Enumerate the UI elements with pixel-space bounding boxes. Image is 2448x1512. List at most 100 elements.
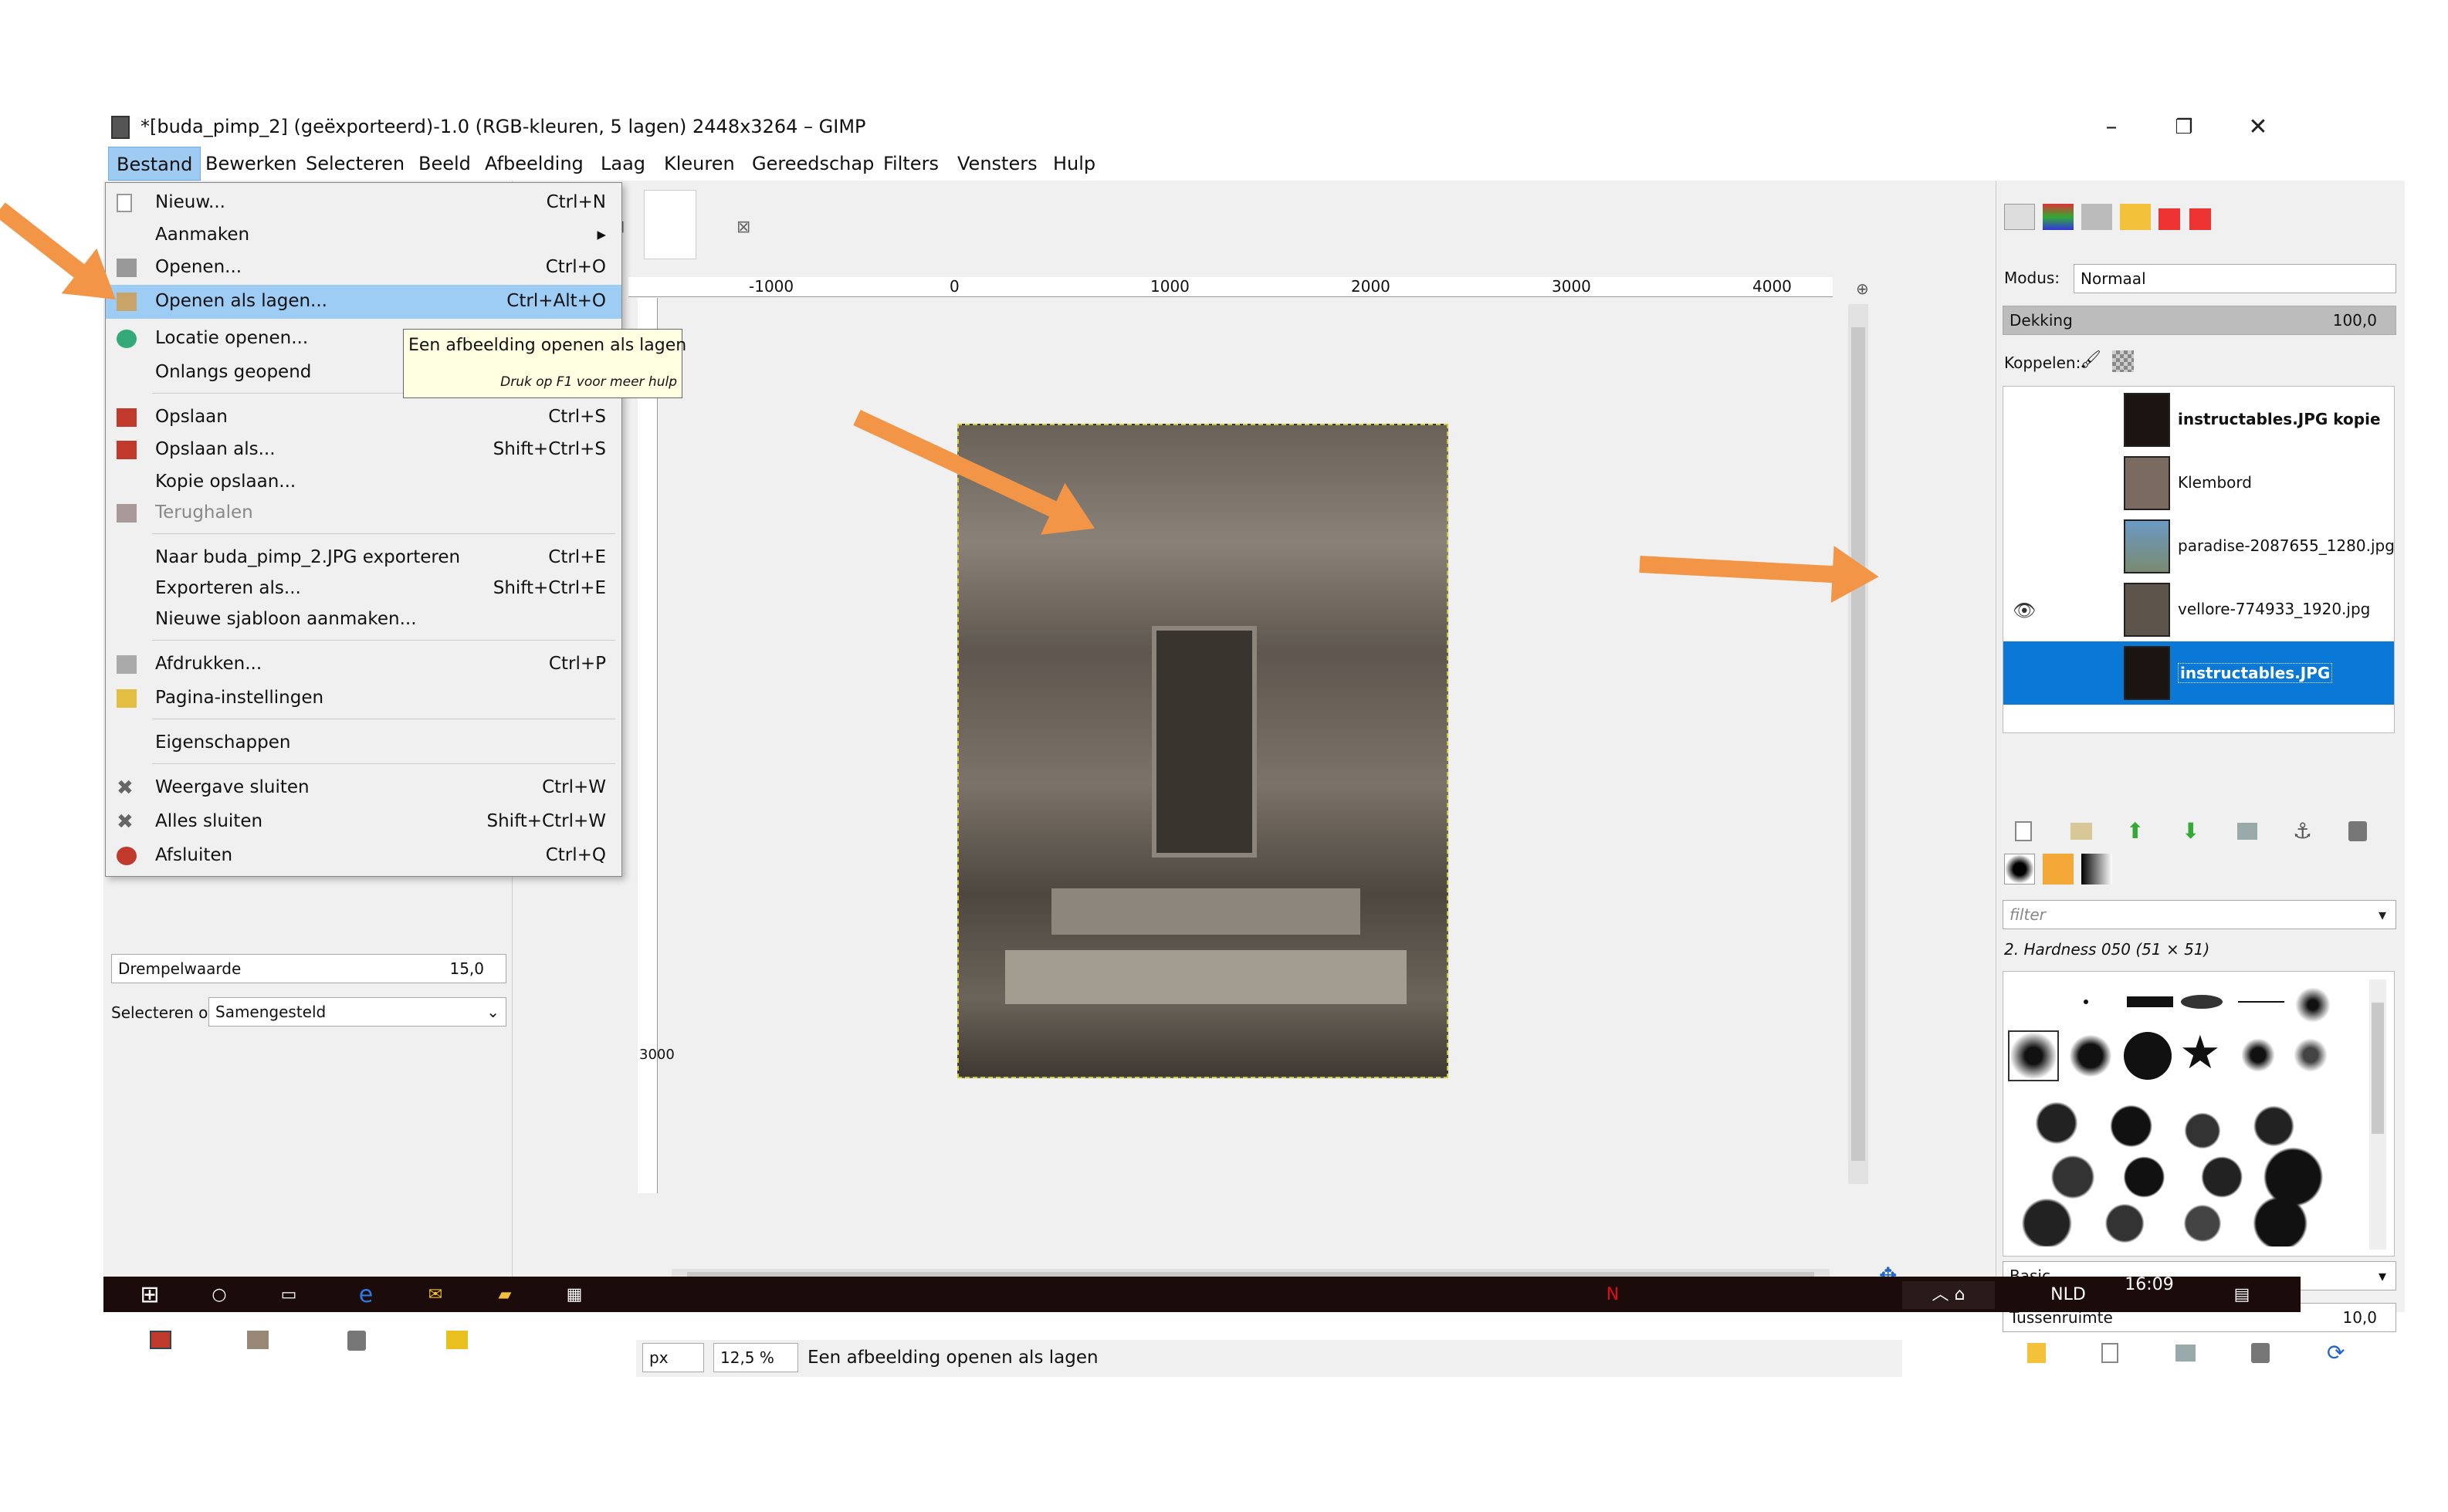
close-tab-icon[interactable]: ⊠ [736,218,750,237]
search-icon[interactable]: ○ [204,1281,235,1309]
menu-beeld[interactable]: Beeld [411,147,479,181]
task-view-icon[interactable]: ▭ [273,1281,304,1309]
brush-texture-items[interactable] [2008,1092,2332,1246]
menu-item-quit[interactable]: Afsluiten Ctrl+Q [106,839,621,873]
menu-item-export-as[interactable]: Exporteren als... Shift+Ctrl+E [106,572,621,606]
menu-item-page-setup[interactable]: Pagina-instellingen [106,682,621,715]
new-layer-icon[interactable] [2015,821,2032,841]
menu-item-create[interactable]: Aanmaken ▸ [106,218,621,252]
image-canvas[interactable] [957,424,1448,1078]
menu-item-open[interactable]: Openen... Ctrl+O [106,251,621,285]
mode-dropdown[interactable]: Normaal [2074,264,2396,293]
anchor-icon[interactable]: ⚓ [2293,818,2312,844]
restore-button[interactable]: ❐ [2149,108,2219,147]
language-indicator[interactable]: NLD [2041,1281,2095,1309]
minimize-button[interactable]: – [2077,108,2146,147]
menu-item-save-as[interactable]: Opslaan als... Shift+Ctrl+S [106,433,621,467]
notifications-icon[interactable]: ▤ [2226,1281,2257,1309]
menu-bestand[interactable]: Bestand [108,147,201,181]
lower-layer-icon[interactable]: ⬇ [2182,818,2199,844]
new-brush-icon[interactable] [2101,1343,2118,1363]
restore-icon[interactable] [247,1331,269,1349]
opacity-field[interactable]: Dekking 100,0 [2003,306,2396,335]
raise-layer-icon[interactable]: ⬆ [2126,818,2144,844]
vertical-scrollbar[interactable] [1848,304,1868,1184]
menu-item-properties[interactable]: Eigenschappen [106,726,621,760]
menu-item-close-all[interactable]: ✖ Alles sluiten Shift+Ctrl+W [106,805,621,839]
menu-item-close-view[interactable]: ✖ Weergave sluiten Ctrl+W [106,771,621,805]
edge-icon[interactable]: e [350,1281,381,1309]
brush-filter-input[interactable]: filter ▾ [2003,900,2396,929]
netflix-icon[interactable]: N [1601,1281,1624,1309]
alpha-lock-icon[interactable] [2112,350,2134,372]
brush-item[interactable] [2181,995,2223,1009]
layer-row[interactable]: 👁 vellore-774933_1920.jpg [2003,578,2394,641]
layer-group-icon[interactable] [2070,823,2092,840]
menu-item-revert[interactable]: Terughalen [106,496,621,530]
menu-selecteren[interactable]: Selecteren [298,147,412,181]
threshold-field[interactable]: Drempelwaarde 15,0 [111,954,506,983]
tab-icon[interactable] [2189,208,2211,230]
star-brush[interactable]: ★ [2179,1026,2221,1080]
zoom-select[interactable]: 12,5 % [713,1343,798,1372]
brushes-tab-icon[interactable] [2004,854,2035,885]
layer-row[interactable]: instructables.JPG [2003,641,2394,705]
brush-item[interactable] [2294,1038,2328,1072]
brush-item[interactable] [2295,987,2331,1023]
menu-item-open-as-layers[interactable]: Openen als lagen... Ctrl+Alt+O [106,285,621,319]
delete-layer-icon[interactable] [2348,821,2367,841]
menu-item-new-template[interactable]: Nieuwe sjabloon aanmaken... [106,603,621,637]
menu-laag[interactable]: Laag [593,147,653,181]
layer-row[interactable]: instructables.JPG kopie [2003,388,2394,452]
trash-icon[interactable] [347,1331,366,1351]
tab-icon[interactable] [2159,208,2180,230]
brush-item[interactable] [2127,996,2173,1007]
eye-icon[interactable]: 👁 [2013,600,2036,621]
brush-item[interactable] [2241,1038,2275,1072]
menu-item-save-copy[interactable]: Kopie opslaan... [106,465,621,499]
menu-vensters[interactable]: Vensters [950,147,1045,181]
brush-item[interactable] [2070,1035,2111,1077]
clock[interactable]: 16:09 [2111,1277,2188,1304]
explorer-icon[interactable]: ▰ [489,1281,520,1309]
edit-brush-icon[interactable] [2027,1343,2046,1363]
brushes-grid[interactable]: ★ [2003,971,2395,1257]
menu-item-export-to[interactable]: Naar buda_pimp_2.JPG exporteren Ctrl+E [106,541,621,575]
select-by-dropdown[interactable]: Samengesteld ⌄ [208,997,506,1027]
undo-tab-icon[interactable] [2120,204,2151,230]
image-tab[interactable] [644,190,696,259]
paths-tab-icon[interactable] [2081,204,2112,230]
menu-bewerken[interactable]: Bewerken [198,147,305,181]
zoom-navigate-icon[interactable]: ⊕ [1856,279,1869,298]
duplicate-layer-icon[interactable] [2237,823,2257,840]
mail-icon[interactable]: ✉ [420,1281,451,1309]
save-icon[interactable] [150,1331,171,1349]
menu-afbeelding[interactable]: Afbeelding [477,147,591,181]
gradients-tab-icon[interactable] [2081,854,2112,885]
menu-gereedschap[interactable]: Gereedschap [744,147,882,181]
patterns-tab-icon[interactable] [2043,854,2074,885]
delete-brush-icon[interactable] [2251,1343,2270,1363]
brush-item[interactable] [2124,1032,2172,1080]
brush-scrollbar[interactable] [2369,979,2386,1250]
menu-item-new[interactable]: Nieuw... Ctrl+N [106,186,621,220]
menu-item-print[interactable]: Afdrukken... Ctrl+P [106,648,621,682]
menu-kleuren[interactable]: Kleuren [656,147,743,181]
channels-tab-icon[interactable] [2043,204,2074,230]
layer-row[interactable]: Klembord [2003,452,2394,515]
layers-tab-icon[interactable] [2004,204,2035,230]
brush-item[interactable] [2084,1000,2088,1004]
start-icon[interactable]: ⊞ [134,1281,165,1309]
brush-item[interactable] [2238,1001,2284,1003]
reset-icon[interactable] [446,1331,468,1349]
refresh-icon[interactable]: ⟳ [2327,1340,2345,1365]
duplicate-brush-icon[interactable] [2175,1345,2196,1361]
store-icon[interactable]: ▦ [559,1281,590,1309]
system-tray-icons[interactable]: ︿ ⌂ [1902,1281,1995,1309]
brush-lock-icon[interactable]: 🖌 [2080,350,2101,370]
menu-hulp[interactable]: Hulp [1045,147,1103,181]
menu-filters[interactable]: Filters [875,147,946,181]
menu-item-save[interactable]: Opslaan Ctrl+S [106,401,621,435]
layer-row[interactable]: paradise-2087655_1280.jpg [2003,515,2395,578]
unit-select[interactable]: px [642,1343,704,1372]
